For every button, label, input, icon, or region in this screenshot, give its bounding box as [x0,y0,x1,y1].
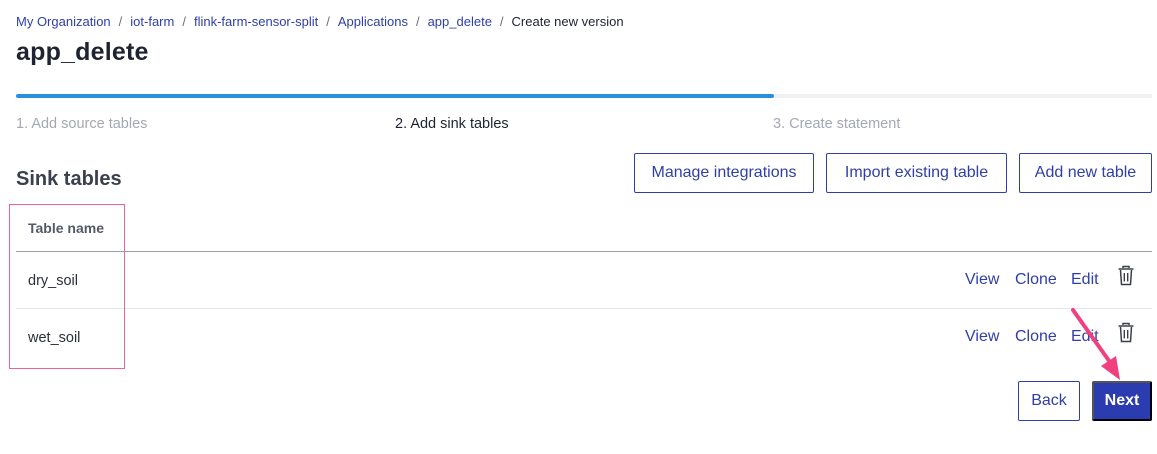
trash-icon[interactable] [1117,322,1135,344]
clone-link[interactable]: Clone [1015,271,1057,289]
breadcrumb: My Organization / iot-farm / flink-farm-… [16,14,624,29]
breadcrumb-organization[interactable]: My Organization [16,14,111,29]
view-link[interactable]: View [965,271,999,289]
breadcrumb-application[interactable]: app_delete [428,14,492,29]
table-name-cell: wet_soil [28,330,81,346]
breadcrumb-applications[interactable]: Applications [338,14,408,29]
edit-link[interactable]: Edit [1071,328,1099,346]
import-existing-table-button[interactable]: Import existing table [826,153,1007,193]
back-button[interactable]: Back [1018,381,1080,421]
step-add-sink-tables: 2. Add sink tables [395,116,509,132]
table-row: wet_soil View Clone Edit [16,309,1152,365]
breadcrumb-separator: / [182,14,186,29]
breadcrumb-project[interactable]: iot-farm [130,14,174,29]
breadcrumb-separator: / [326,14,330,29]
column-header-table-name: Table name [28,220,104,236]
trash-icon[interactable] [1117,265,1135,287]
section-title: Sink tables [16,168,122,190]
breadcrumb-separator: / [415,14,420,29]
breadcrumb-current: Create new version [511,14,624,29]
wizard-progress-bar [16,94,1152,98]
step-create-statement: 3. Create statement [773,116,901,132]
add-new-table-button[interactable]: Add new table [1019,153,1152,193]
step-add-source-tables[interactable]: 1. Add source tables [16,116,147,132]
breadcrumb-cluster[interactable]: flink-farm-sensor-split [194,14,318,29]
clone-link[interactable]: Clone [1015,328,1057,346]
table-row: dry_soil View Clone Edit [16,252,1152,308]
breadcrumb-separator: / [118,14,123,29]
wizard-progress-fill [16,94,774,98]
breadcrumb-separator: / [499,14,504,29]
edit-link[interactable]: Edit [1071,271,1099,289]
manage-integrations-button[interactable]: Manage integrations [634,153,814,193]
page-title: app_delete [16,38,149,66]
next-button[interactable]: Next [1092,381,1152,421]
view-link[interactable]: View [965,328,999,346]
table-name-cell: dry_soil [28,273,78,289]
